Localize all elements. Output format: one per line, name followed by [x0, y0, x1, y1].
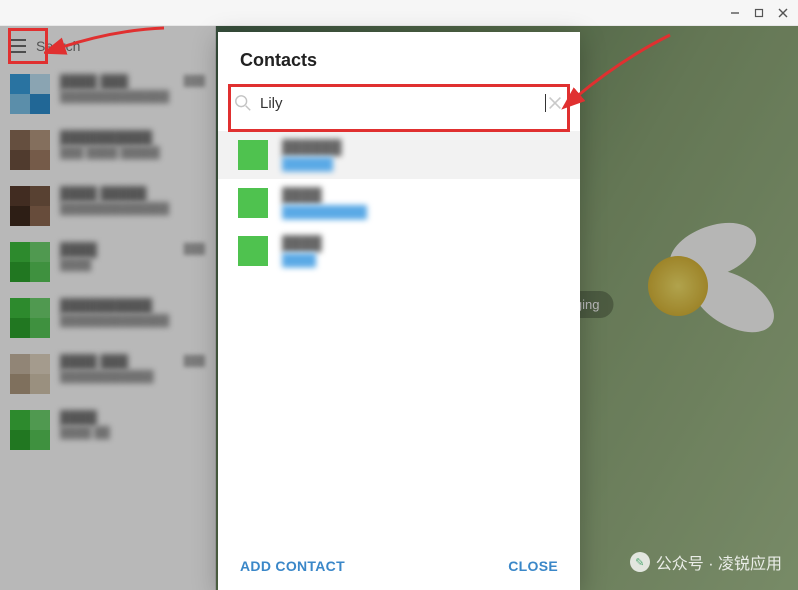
window-close-button[interactable]	[772, 4, 794, 22]
contact-avatar	[238, 236, 268, 266]
contact-name: ████	[282, 235, 322, 251]
window-maximize-button[interactable]	[748, 4, 770, 22]
dialog-search-row	[230, 83, 568, 123]
contact-status: ████	[282, 253, 322, 267]
contact-status: ██████████	[282, 205, 367, 219]
watermark-icon: ✎	[630, 552, 650, 572]
watermark-text: 公众号 · 凌锐应用	[656, 550, 782, 574]
contacts-search-input[interactable]	[260, 95, 546, 112]
window-titlebar	[0, 0, 798, 26]
search-icon	[234, 94, 252, 112]
contact-result-item[interactable]: ██████████████	[218, 179, 580, 227]
contact-avatar	[238, 140, 268, 170]
contact-status: ██████	[282, 157, 342, 171]
dialog-title: Contacts	[218, 32, 580, 83]
contacts-dialog: Contacts ███████████████████████████████…	[218, 32, 580, 590]
watermark: ✎ 公众号 · 凌锐应用	[630, 550, 782, 574]
contact-name: ██████	[282, 139, 342, 155]
contacts-results-list: ██████████████████████████████████	[218, 131, 580, 544]
contact-name: ████	[282, 187, 367, 203]
window-minimize-button[interactable]	[724, 4, 746, 22]
contact-result-item[interactable]: ████ ████	[218, 227, 580, 275]
contact-result-item[interactable]: ██████ ██████	[218, 131, 580, 179]
close-dialog-button[interactable]: CLOSE	[508, 558, 558, 574]
add-contact-button[interactable]: ADD CONTACT	[240, 558, 345, 574]
clear-search-icon[interactable]	[546, 94, 564, 112]
contact-avatar	[238, 188, 268, 218]
